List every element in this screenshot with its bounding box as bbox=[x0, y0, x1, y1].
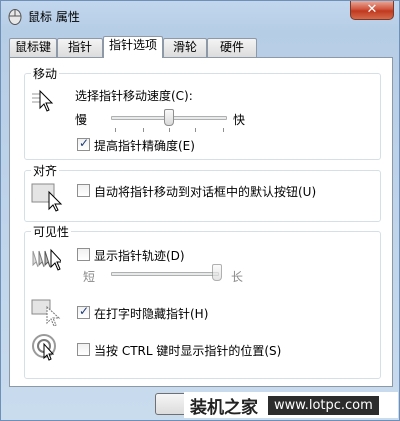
snap-to-button-icon bbox=[31, 183, 63, 212]
trails-slider-track[interactable] bbox=[111, 272, 219, 276]
precision-checkbox[interactable] bbox=[77, 136, 90, 151]
long-label: 长 bbox=[231, 270, 244, 284]
visibility-group: 可见性 显示指针轨迹(D) 短 长 在打字时隐藏指针(H) bbox=[24, 223, 381, 379]
speed-tick bbox=[143, 128, 144, 132]
speed-tick bbox=[195, 128, 196, 132]
speed-label: 选择指针移动速度(C): bbox=[75, 89, 193, 103]
speed-tick bbox=[223, 128, 224, 132]
trails-label[interactable]: 显示指针轨迹(D) bbox=[94, 247, 185, 264]
hide-while-typing-label[interactable]: 在打字时隐藏指针(H) bbox=[94, 305, 208, 322]
ctrl-show-location-label[interactable]: 当按 CTRL 键时显示指针的位置(S) bbox=[94, 342, 281, 359]
tab-panel: 移动 选择指针移动速度(C): 慢 快 提高指针精确度(E) 对齐 bbox=[9, 57, 393, 387]
ctrl-show-location-checkbox[interactable] bbox=[77, 343, 90, 356]
hide-pointer-icon bbox=[31, 299, 61, 327]
hide-while-typing-checkbox[interactable] bbox=[77, 304, 90, 319]
pointer-trails-icon bbox=[32, 248, 61, 271]
motion-group: 移动 选择指针移动速度(C): 慢 快 提高指针精确度(E) bbox=[24, 65, 381, 160]
trails-checkbox[interactable] bbox=[77, 248, 90, 261]
mouse-properties-window: 鼠标 属性 ✕ 鼠标键 指针 指针选项 滑轮 硬件 移动 选择指针移动速度(C)… bbox=[0, 0, 400, 421]
snap-group: 对齐 自动将指针移动到对话框中的默认按钮(U) bbox=[24, 162, 381, 222]
motion-group-title: 移动 bbox=[31, 65, 60, 82]
precision-label[interactable]: 提高指针精确度(E) bbox=[94, 137, 195, 154]
pointer-speed-icon bbox=[32, 89, 54, 112]
snap-checkbox[interactable] bbox=[77, 184, 90, 197]
tab-pointer-options[interactable]: 指针选项 bbox=[103, 36, 163, 58]
snap-label[interactable]: 自动将指针移动到对话框中的默认按钮(U) bbox=[94, 183, 316, 200]
tab-strip: 鼠标键 指针 指针选项 滑轮 硬件 bbox=[9, 36, 393, 58]
window-title: 鼠标 属性 bbox=[28, 10, 80, 24]
trails-slider-thumb[interactable] bbox=[212, 264, 222, 281]
close-button[interactable]: ✕ bbox=[350, 1, 394, 20]
tab-wheel[interactable]: 滑轮 bbox=[163, 38, 207, 57]
snap-group-title: 对齐 bbox=[31, 162, 60, 179]
title-bar[interactable]: 鼠标 属性 ✕ bbox=[1, 1, 399, 31]
speed-slider-thumb[interactable] bbox=[164, 109, 174, 126]
mouse-app-icon bbox=[8, 9, 22, 25]
fast-label: 快 bbox=[233, 113, 246, 127]
short-label: 短 bbox=[83, 270, 96, 284]
speed-tick bbox=[169, 128, 170, 132]
tab-hardware[interactable]: 硬件 bbox=[207, 38, 257, 57]
watermark-url: www.lotpc.com bbox=[268, 395, 379, 415]
show-location-icon bbox=[32, 334, 56, 361]
speed-tick bbox=[115, 128, 116, 132]
slow-label: 慢 bbox=[75, 113, 88, 127]
tab-pointers[interactable]: 指针 bbox=[57, 38, 103, 57]
tab-buttons[interactable]: 鼠标键 bbox=[9, 38, 57, 57]
watermark: 装机之家 www.lotpc.com bbox=[184, 392, 398, 418]
watermark-site-name: 装机之家 bbox=[190, 397, 258, 418]
visibility-group-title: 可见性 bbox=[31, 223, 72, 240]
